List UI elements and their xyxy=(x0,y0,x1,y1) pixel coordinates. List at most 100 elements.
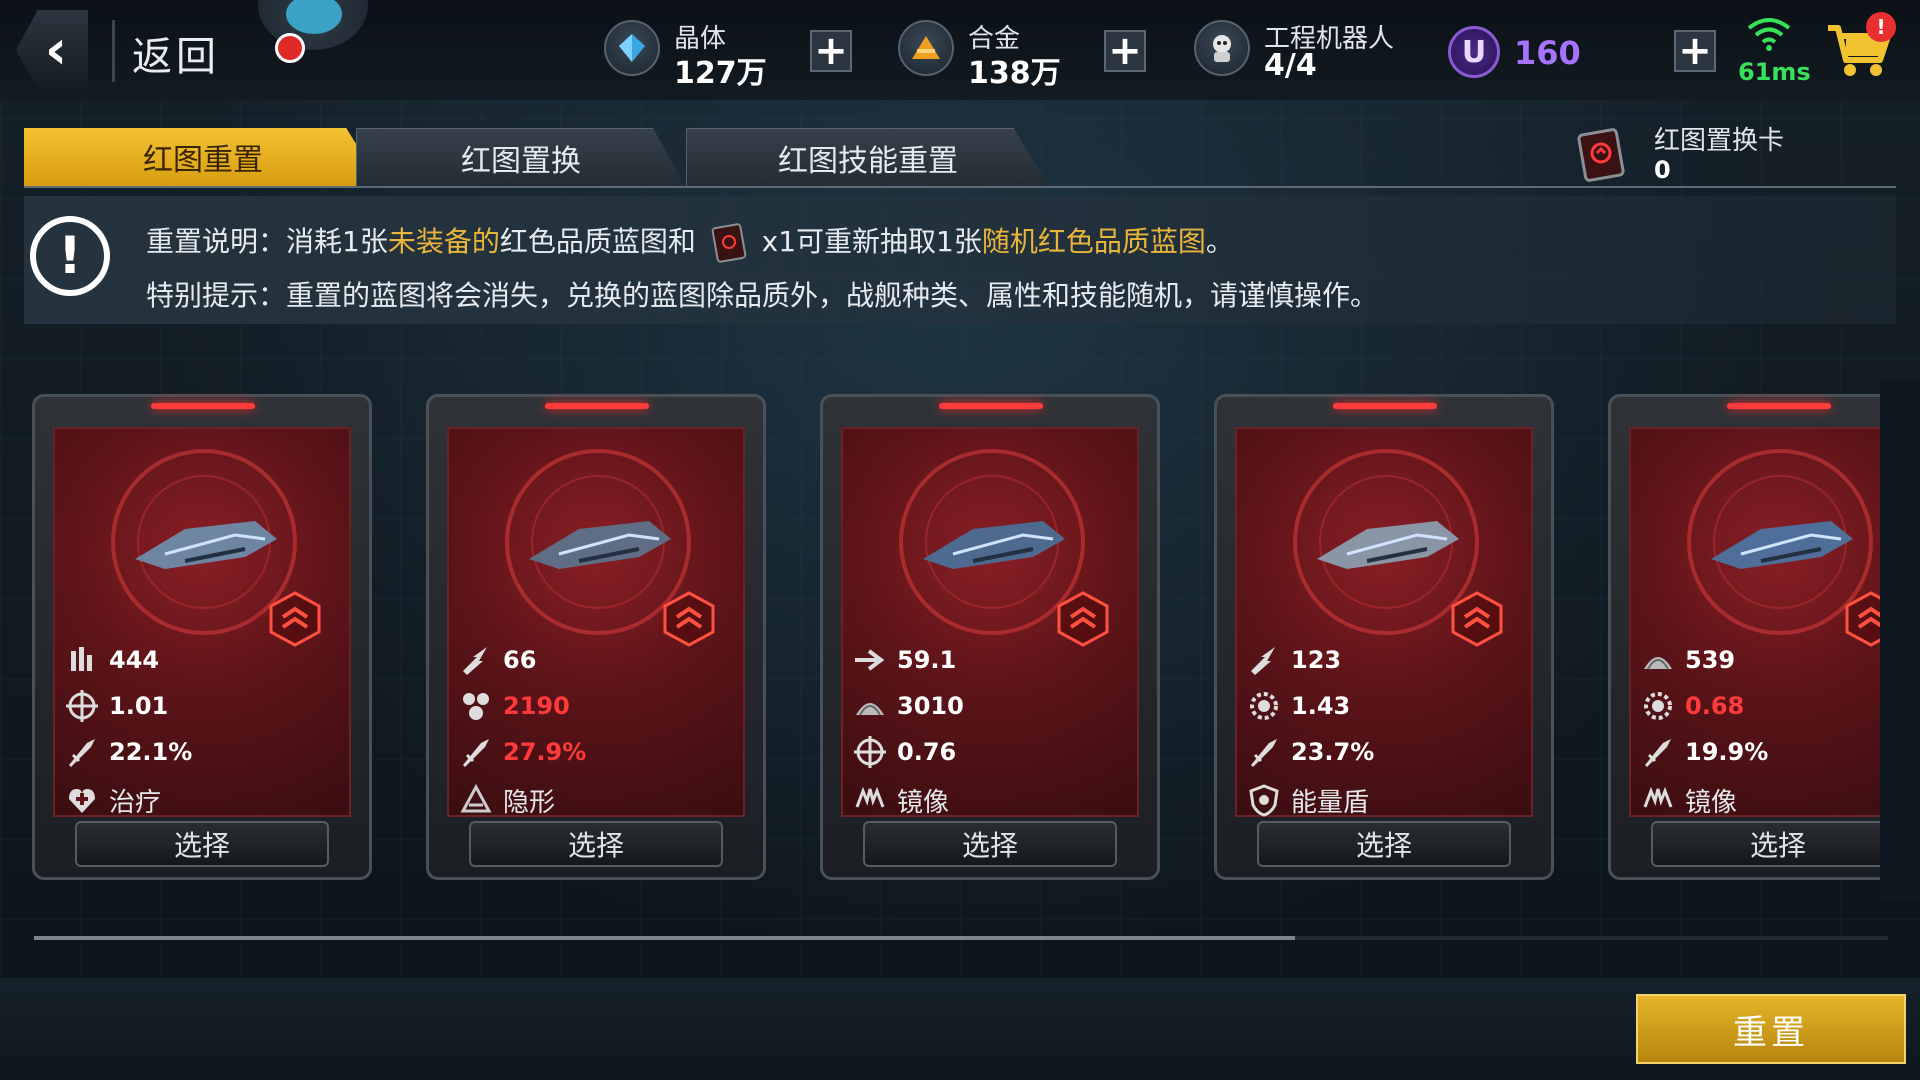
u-currency-icon: U xyxy=(1448,26,1500,78)
card-body: 444 1.01 22.1% 治疗 xyxy=(53,427,351,818)
resource-alloy: 合金 138万 xyxy=(898,14,1068,91)
skill-label: 治疗 xyxy=(109,787,162,818)
blueprint-card[interactable]: 123 1.43 23.7% 能量盾 选择 xyxy=(1214,394,1554,880)
card-body: 59.1 3010 0.76 镜像 xyxy=(841,427,1139,818)
skill-label: 隐形 xyxy=(503,787,556,818)
stat-row: 23.7% xyxy=(1247,735,1374,769)
stat-value: 59.1 xyxy=(897,646,957,674)
mirror-icon xyxy=(853,783,887,817)
stat-row: 539 xyxy=(1641,643,1735,677)
tabs-underline xyxy=(24,186,1896,188)
reset-button[interactable]: 重置 xyxy=(1636,994,1906,1064)
missile-icon xyxy=(459,735,493,769)
blueprint-card[interactable]: 539 0.68 19.9% 镜像 选择 xyxy=(1608,394,1920,880)
card-top-glow xyxy=(1727,403,1831,409)
select-button[interactable]: 选择 xyxy=(1257,821,1511,867)
stat-row: 0.76 xyxy=(853,735,956,769)
scrollbar-thumb[interactable] xyxy=(34,936,1295,940)
card-body: 539 0.68 19.9% 镜像 xyxy=(1629,427,1920,818)
add-alloy-button[interactable]: + xyxy=(1104,30,1146,72)
ammo-icon xyxy=(65,643,99,677)
crystal-icon xyxy=(604,20,660,76)
mascot-avatar-icon[interactable] xyxy=(258,0,368,50)
stat-value: 23.7% xyxy=(1291,738,1375,766)
crosshair-icon xyxy=(853,735,887,769)
tab-red-blueprint-reset[interactable]: 红图重置 xyxy=(24,128,382,186)
rank-badge-icon xyxy=(663,591,715,647)
alloy-icon xyxy=(898,20,954,76)
rank-badge-icon xyxy=(269,591,321,647)
skill-row: 治疗 xyxy=(65,783,162,818)
skill-label: 镜像 xyxy=(897,787,950,818)
notice-highlight: 未装备的 xyxy=(387,225,500,258)
warship-icon xyxy=(135,521,277,569)
skill-row: 能量盾 xyxy=(1247,783,1370,818)
stat-value: 2190 xyxy=(503,692,570,720)
cluster-icon xyxy=(459,689,493,723)
strike-icon xyxy=(1247,643,1281,677)
wifi-icon xyxy=(1747,18,1791,51)
skill-label: 能量盾 xyxy=(1291,787,1370,818)
gear-icon xyxy=(1247,689,1281,723)
card-top-glow xyxy=(1333,403,1437,409)
stat-value: 3010 xyxy=(897,692,964,720)
add-crystal-button[interactable]: + xyxy=(810,30,852,72)
heal-icon xyxy=(65,783,99,817)
tab-red-blueprint-swap[interactable]: 红图置换 xyxy=(356,128,686,188)
card-list-scrollbar[interactable] xyxy=(34,936,1888,940)
missile-icon xyxy=(1641,735,1675,769)
notification-badge: ! xyxy=(1866,12,1896,42)
select-button[interactable]: 选择 xyxy=(469,821,723,867)
stat-value: 0.76 xyxy=(897,738,957,766)
tab-red-blueprint-skill-reset[interactable]: 红图技能重置 xyxy=(686,128,1050,188)
stat-value: 66 xyxy=(503,646,537,674)
stat-row: 444 xyxy=(65,643,159,677)
notice-line-1: 重置说明：消耗1张未装备的红色品质蓝图和 x1可重新抽取1张随机红色品质蓝图。 xyxy=(146,220,1234,263)
warship-icon xyxy=(1711,521,1853,569)
stat-row: 66 xyxy=(459,643,536,677)
arrow-icon xyxy=(853,643,887,677)
blueprint-card[interactable]: 66 2190 27.9% 隐形 选择 xyxy=(426,394,766,880)
stat-row: 1.43 xyxy=(1247,689,1350,723)
shield-icon xyxy=(1247,783,1281,817)
card-top-glow xyxy=(545,403,649,409)
stat-value: 539 xyxy=(1685,646,1736,674)
missile-icon xyxy=(65,735,99,769)
notice-panel: ! 重置说明：消耗1张未装备的红色品质蓝图和 x1可重新抽取1张随机红色品质蓝图… xyxy=(24,196,1896,324)
strike-icon xyxy=(459,643,493,677)
stat-value: 444 xyxy=(109,646,160,674)
back-label[interactable]: 返回 xyxy=(132,24,220,82)
missile-icon xyxy=(1247,735,1281,769)
skill-row: 隐形 xyxy=(459,783,556,818)
gear-icon xyxy=(1641,689,1675,723)
back-button[interactable]: ‹ xyxy=(16,10,88,90)
resource-value: 127万 xyxy=(674,56,767,91)
card-top-glow xyxy=(151,403,255,409)
stat-value: 19.9% xyxy=(1685,738,1769,766)
stat-row: 27.9% xyxy=(459,735,586,769)
stat-row: 2190 xyxy=(459,689,570,723)
exclamation-icon: ! xyxy=(30,216,110,296)
notice-line-2: 特别提示：重置的蓝图将会消失，兑换的蓝图除品质外，战舰种类、属性和技能随机，请谨… xyxy=(146,279,1379,312)
select-button[interactable]: 选择 xyxy=(863,821,1117,867)
select-button[interactable]: 选择 xyxy=(75,821,329,867)
swap-card-label: 红图置换卡 xyxy=(1654,126,1785,156)
top-bar: ‹ 返回 晶体 127万 + 合金 138万 + 工程机器人 4/4 U 160… xyxy=(0,0,1920,100)
notice-text: x1可重新抽取1张 xyxy=(761,225,982,258)
blueprint-card[interactable]: 444 1.01 22.1% 治疗 选择 xyxy=(32,394,372,880)
stat-value: 1.43 xyxy=(1291,692,1351,720)
warship-icon xyxy=(529,521,671,569)
notice-highlight: 随机红色品质蓝图 xyxy=(981,225,1206,258)
record-indicator-icon xyxy=(275,33,305,63)
stealth-icon xyxy=(459,783,493,817)
bottom-band xyxy=(0,978,1920,1080)
swap-card-count: 0 xyxy=(1654,156,1671,184)
card-body: 123 1.43 23.7% 能量盾 xyxy=(1235,427,1533,818)
add-u-currency-button[interactable]: + xyxy=(1674,30,1716,72)
select-button[interactable]: 选择 xyxy=(1651,821,1905,867)
notice-text: 重置说明：消耗1张 xyxy=(146,225,388,258)
stat-value: 1.01 xyxy=(109,692,169,720)
card-top-glow xyxy=(939,403,1043,409)
swap-card-icon xyxy=(711,223,747,263)
blueprint-card[interactable]: 59.1 3010 0.76 镜像 选择 xyxy=(820,394,1160,880)
